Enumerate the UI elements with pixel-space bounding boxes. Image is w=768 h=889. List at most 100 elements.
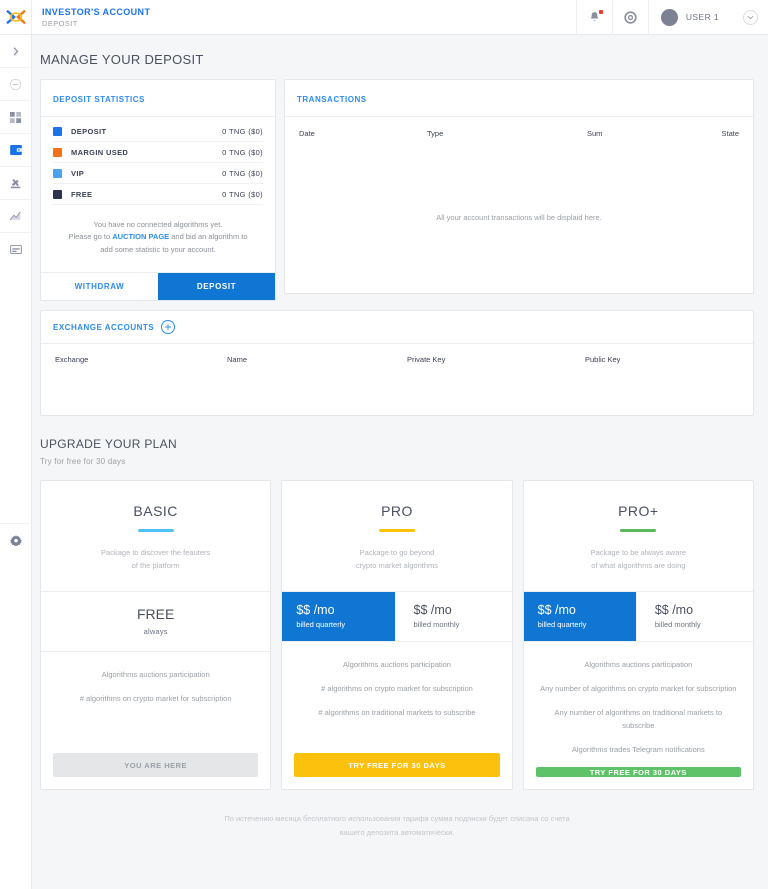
swatch-vip	[53, 168, 62, 178]
plan-feature: Algorithms auctions participation	[584, 659, 693, 669]
logo-cell[interactable]	[0, 0, 32, 34]
plan-cta-pro[interactable]: TRY FREE FOR 30 DAYS	[294, 753, 500, 778]
plan-feature: Algorithms auctions participation	[101, 669, 210, 679]
transactions-title: TRANSACTIONS	[297, 95, 367, 104]
account-subtitle: DEPOSIT	[42, 18, 78, 28]
deposit-empty-note: You have no connected algorithms yet. Pl…	[41, 205, 275, 272]
avatar	[660, 8, 678, 26]
auction-page-link[interactable]: AUCTION PAGE	[112, 232, 169, 241]
plus-circle-icon	[165, 324, 171, 331]
column-header-state: State	[721, 129, 739, 138]
plan-name: PRO	[381, 503, 413, 520]
plan-features-basic: Algorithms auctions participation # algo…	[41, 652, 270, 754]
deposit-statistics-title: DEPOSIT STATISTICS	[53, 95, 145, 104]
plan-card-pro: PRO Package to go beyond crypto market a…	[281, 480, 513, 791]
upgrade-plan-subtitle: Try for free for 30 days	[40, 457, 126, 467]
transactions-table: Date Type Sum State All your account tra…	[285, 117, 753, 293]
plan-accent-line	[620, 529, 657, 532]
plan-header-pro: PRO Package to go beyond crypto market a…	[282, 481, 512, 592]
chart-icon	[10, 211, 21, 221]
lifebuoy-icon	[624, 10, 637, 24]
main-content: MANAGE YOUR DEPOSIT DEPOSIT STATISTICS D…	[32, 35, 768, 889]
list-item: DEPOSIT 0 TNG ($0)	[53, 121, 263, 142]
stat-value: 0 TNG ($0)	[222, 147, 263, 157]
deposit-statistics-header: DEPOSIT STATISTICS	[41, 80, 275, 117]
price-option-quarterly[interactable]: $$ /mo billed quarterly	[282, 591, 395, 641]
plan-description: Package to be always aware of what algor…	[536, 546, 741, 573]
page-title: MANAGE YOUR DEPOSIT	[40, 52, 204, 67]
price-option-monthly[interactable]: $$ /mo billed monthly	[394, 591, 512, 641]
notifications-button[interactable]	[575, 0, 612, 34]
column-header-sum: Sum	[587, 129, 603, 138]
sidebar-item-status[interactable]	[0, 68, 31, 101]
plan-accent-line	[137, 529, 174, 532]
support-button[interactable]	[611, 0, 648, 34]
account-title: INVESTOR'S ACCOUNT	[42, 6, 151, 17]
exchange-accounts-header: EXCHANGE ACCOUNTS	[41, 311, 753, 345]
plan-feature: Algorithms auctions participation	[343, 659, 451, 669]
top-panels-row: DEPOSIT STATISTICS DEPOSIT 0 TNG ($0) MA…	[32, 67, 768, 302]
chevron-down-icon[interactable]	[743, 9, 758, 25]
transactions-header: TRANSACTIONS	[285, 80, 753, 117]
plan-feature: # algorithms on crypto market for subscr…	[321, 683, 473, 693]
price-period: billed monthly	[654, 619, 701, 629]
plan-feature: # algorithms on crypto market for subscr…	[79, 693, 232, 703]
withdraw-button[interactable]: WITHDRAW	[41, 273, 158, 301]
column-header-public-key: Public Key	[585, 355, 621, 365]
exchange-accounts-card: EXCHANGE ACCOUNTS Exchange Name Private …	[40, 310, 754, 417]
plan-name: BASIC	[133, 503, 178, 520]
wallet-icon	[9, 145, 22, 155]
plan-feature: Any number of algorithms on crypto marke…	[540, 683, 737, 693]
price-option-monthly[interactable]: $$ /mo billed monthly	[635, 591, 753, 641]
stat-value: 0 TNG ($0)	[222, 189, 263, 199]
plan-cta-basic[interactable]: YOU ARE HERE	[53, 753, 259, 778]
brand-x-logo	[5, 9, 26, 25]
plan-description-line-1: Package to go beyond	[359, 547, 435, 557]
stat-label: DEPOSIT	[71, 126, 107, 136]
user-menu[interactable]: USER 1	[647, 0, 768, 34]
price-period: billed quarterly	[537, 619, 587, 629]
deposit-button[interactable]: DEPOSIT	[158, 273, 275, 301]
note-line-2-pre: Please go to	[68, 232, 113, 242]
price-value: $$ /mo	[537, 602, 576, 617]
plan-card-pro-plus: PRO+ Package to be always aware of what …	[522, 480, 754, 791]
column-header-type: Type	[427, 129, 444, 138]
price-option-quarterly[interactable]: $$ /mo billed quarterly	[523, 591, 636, 641]
plan-price-basic: FREE always	[41, 592, 271, 652]
plan-description: Package to discover the feauters of the …	[53, 546, 258, 573]
add-exchange-account-button[interactable]	[161, 320, 176, 335]
plan-header-pro-plus: PRO+ Package to be always aware of what …	[523, 481, 753, 592]
gavel-icon	[10, 178, 21, 188]
plan-feature: Algorithms trades Telegram notifications	[571, 745, 705, 755]
stat-value: 0 TNG ($0)	[222, 168, 263, 178]
plan-cta-pro-plus[interactable]: TRY FREE FOR 30 DAYS	[535, 767, 741, 778]
price-value: $$ /mo	[296, 602, 335, 617]
plan-description-line-1: Package to be always aware	[590, 547, 687, 557]
deposit-statistics-card: DEPOSIT STATISTICS DEPOSIT 0 TNG ($0) MA…	[40, 79, 276, 302]
column-header-name: Name	[227, 355, 248, 365]
chevron-right-icon	[13, 46, 18, 56]
deposit-actions: WITHDRAW DEPOSIT	[41, 272, 275, 301]
notification-badge	[598, 9, 603, 14]
transactions-card: TRANSACTIONS Date Type Sum State All you…	[284, 79, 754, 294]
plan-price-value: FREE	[136, 605, 175, 622]
sidebar-item-analytics[interactable]	[0, 200, 31, 233]
plan-features-pro: Algorithms auctions participation # algo…	[282, 642, 511, 754]
sidebar-item-dashboard[interactable]	[0, 101, 31, 134]
plan-price-toggle-pro: $$ /mo billed quarterly $$ /mo billed mo…	[282, 591, 512, 642]
brand-block: INVESTOR'S ACCOUNT DEPOSIT	[32, 0, 576, 34]
plan-description-line-2: crypto market algorithms	[355, 561, 439, 571]
sidebar-item-investors-account[interactable]	[0, 134, 31, 167]
plan-feature: # algorithms on traditional markets to s…	[318, 707, 476, 717]
sidebar-item-settings[interactable]	[0, 523, 32, 557]
plans-footer-note: По истечению месяца бесплатного использо…	[40, 790, 754, 839]
price-period: billed quarterly	[296, 619, 346, 629]
upgrade-plan-section: UPGRADE YOUR PLAN Try for free for 30 da…	[32, 416, 768, 839]
list-item: FREE 0 TNG ($0)	[53, 184, 263, 205]
sidebar-item-expand-rail[interactable]	[0, 35, 31, 68]
sidebar-item-terminal[interactable]	[0, 233, 31, 266]
plan-description: Package to go beyond crypto market algor…	[294, 546, 499, 573]
price-value: $$ /mo	[654, 602, 694, 617]
swatch-free	[53, 189, 62, 199]
sidebar-item-auction[interactable]	[0, 167, 31, 200]
